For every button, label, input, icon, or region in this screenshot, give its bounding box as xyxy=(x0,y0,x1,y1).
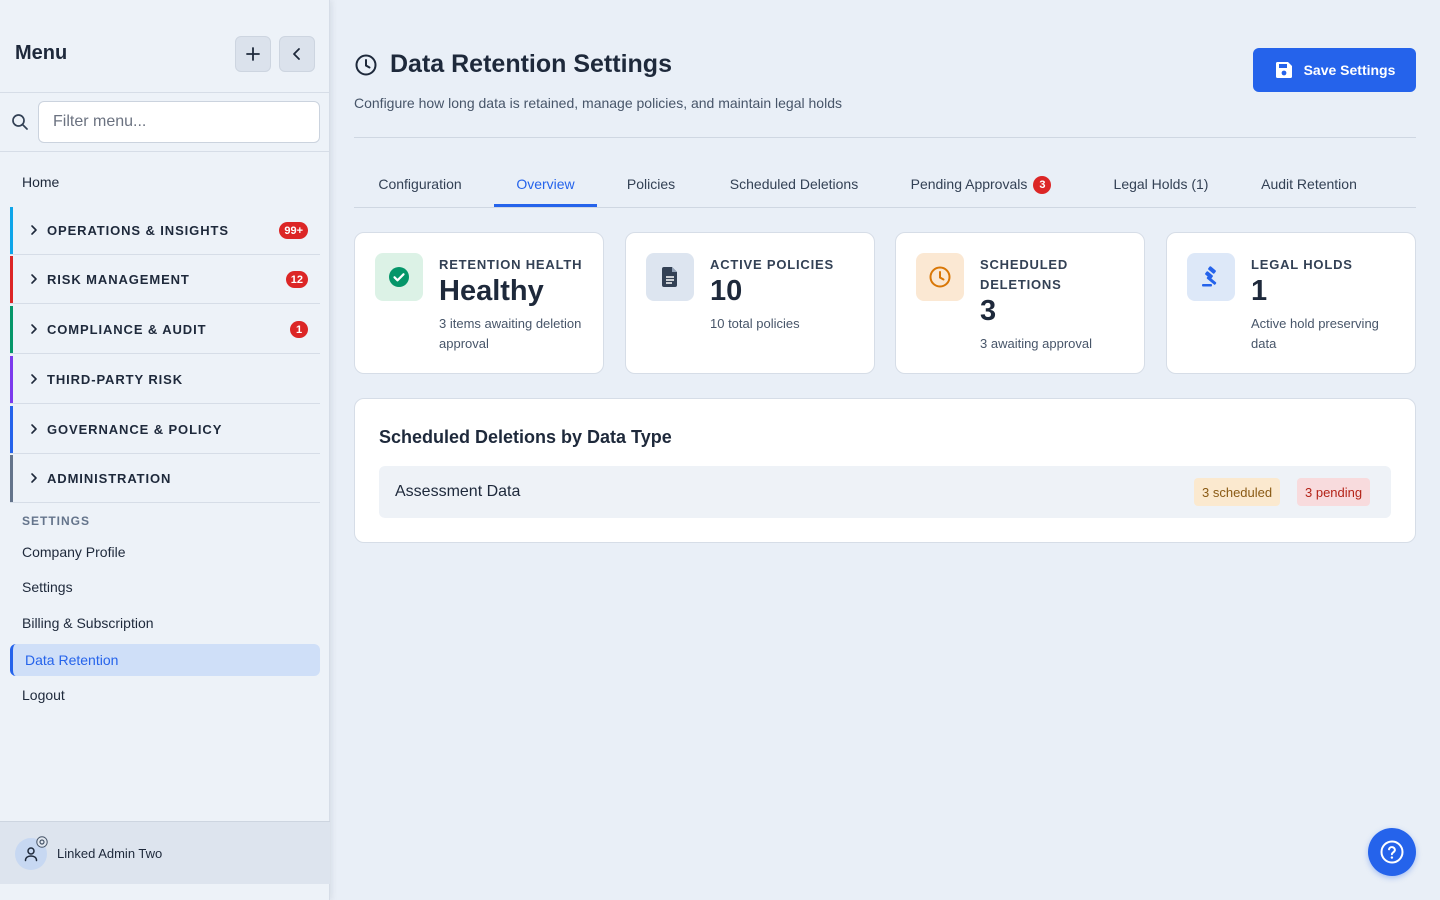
card-icon-box xyxy=(646,253,694,301)
stat-card-retention-health: RETENTION HEALTH Healthy 3 items awaitin… xyxy=(354,232,604,374)
save-settings-button[interactable]: Save Settings xyxy=(1253,48,1416,92)
page-title: Data Retention Settings xyxy=(390,50,672,78)
group-label: RISK MANAGEMENT xyxy=(47,272,190,287)
tab-scheduled-deletions[interactable]: Scheduled Deletions xyxy=(705,160,883,207)
card-label: SCHEDULED DELETIONS xyxy=(980,257,1069,292)
card-icon-box xyxy=(916,253,964,301)
menu-filter xyxy=(0,93,330,152)
group-label: THIRD-PARTY RISK xyxy=(47,372,183,387)
main-content: Data Retention Settings Configure how lo… xyxy=(330,0,1440,900)
card-icon-box xyxy=(1187,253,1235,301)
sidebar-group-operations[interactable]: OPERATIONS & INSIGHTS 99+ xyxy=(10,207,320,255)
settings-section-label: SETTINGS xyxy=(22,514,91,528)
sidebar-title: Menu xyxy=(15,42,68,64)
sidebar-group-compliance[interactable]: COMPLIANCE & AUDIT 1 xyxy=(10,306,320,354)
count-badge: 1 xyxy=(290,321,308,338)
count-badge: 99+ xyxy=(279,222,308,239)
sidebar-group-governance[interactable]: GOVERNANCE & POLICY xyxy=(10,406,320,454)
tab-policies[interactable]: Policies xyxy=(607,160,695,207)
sidebar: Menu Home OPERATIONS & INSIGHTS 99+ RISK… xyxy=(0,0,330,900)
group-accent-bar xyxy=(10,455,13,502)
stat-card-scheduled-deletions: SCHEDULED DELETIONS 3 3 awaiting approva… xyxy=(895,232,1145,374)
chevron-right-icon xyxy=(31,473,37,483)
chevron-right-icon xyxy=(31,274,37,284)
group-accent-bar xyxy=(10,406,13,453)
sidebar-group-risk[interactable]: RISK MANAGEMENT 12 xyxy=(10,256,320,304)
card-icon-box xyxy=(375,253,423,301)
save-icon xyxy=(1275,62,1292,78)
tab-overview[interactable]: Overview xyxy=(494,160,597,207)
collapse-sidebar-button[interactable] xyxy=(279,36,315,72)
page-subtitle: Configure how long data is retained, man… xyxy=(354,95,842,111)
panel-title: Scheduled Deletions by Data Type xyxy=(379,427,672,447)
count-badge: 3 xyxy=(1033,176,1052,194)
sidebar-item-label: Data Retention xyxy=(25,652,119,668)
scheduled-count-badge: 3 scheduled xyxy=(1194,478,1281,506)
chevron-right-icon xyxy=(31,374,37,384)
tab-label: Pending Approvals xyxy=(910,176,1028,192)
user-name: Linked Admin Two xyxy=(57,846,163,861)
save-button-label: Save Settings xyxy=(1303,62,1396,78)
sidebar-item-settings[interactable]: Settings xyxy=(22,579,73,595)
card-note: 3 items awaiting deletion approval xyxy=(439,316,582,351)
gavel-icon xyxy=(1202,266,1217,287)
check-circle-icon xyxy=(389,267,409,287)
chevron-right-icon xyxy=(31,324,37,334)
sidebar-item-logout[interactable]: Logout xyxy=(22,687,65,703)
card-value: 1 xyxy=(1251,275,1268,307)
group-accent-bar xyxy=(10,306,13,353)
group-accent-bar xyxy=(10,256,13,303)
tab-bar: Configuration Overview Policies Schedule… xyxy=(354,160,1416,208)
group-label: OPERATIONS & INSIGHTS xyxy=(47,223,229,238)
user-icon xyxy=(24,847,38,862)
card-note: 3 awaiting approval xyxy=(980,336,1093,351)
card-value: 10 xyxy=(710,275,743,307)
clock-icon xyxy=(929,266,951,288)
user-profile[interactable]: Linked Admin Two xyxy=(0,821,330,884)
tab-legal-holds[interactable]: Legal Holds (1) xyxy=(1094,160,1228,207)
group-accent-bar xyxy=(10,207,13,254)
sidebar-group-administration[interactable]: ADMINISTRATION xyxy=(10,455,320,503)
help-button[interactable] xyxy=(1368,828,1416,876)
group-label: GOVERNANCE & POLICY xyxy=(47,422,223,437)
question-circle-icon xyxy=(1380,840,1404,864)
card-label: LEGAL HOLDS xyxy=(1251,257,1353,272)
sidebar-item-company-profile[interactable]: Company Profile xyxy=(22,544,126,560)
document-icon xyxy=(662,267,677,287)
sidebar-item-data-retention[interactable]: Data Retention xyxy=(10,644,320,676)
card-note: Active hold preserving data xyxy=(1251,316,1379,351)
list-item[interactable]: Assessment Data 3 scheduled 3 pending xyxy=(379,466,1391,518)
sidebar-item-billing[interactable]: Billing & Subscription xyxy=(22,615,154,631)
tab-configuration[interactable]: Configuration xyxy=(354,160,486,207)
card-value: 3 xyxy=(980,295,997,327)
group-label: ADMINISTRATION xyxy=(47,471,172,486)
group-label: COMPLIANCE & AUDIT xyxy=(47,322,207,337)
chevron-right-icon xyxy=(31,424,37,434)
plus-icon xyxy=(246,47,260,61)
card-label: RETENTION HEALTH xyxy=(439,257,583,272)
sidebar-item-home[interactable]: Home xyxy=(22,174,59,190)
count-badge: 12 xyxy=(285,271,308,288)
header-divider xyxy=(354,137,1416,138)
clock-icon xyxy=(355,54,377,76)
chevron-left-icon xyxy=(293,48,300,60)
tab-pending-approvals[interactable]: Pending Approvals 3 xyxy=(891,160,1071,207)
search-icon xyxy=(12,114,28,130)
gear-icon xyxy=(36,836,48,848)
scheduled-deletions-panel: Scheduled Deletions by Data Type Assessm… xyxy=(354,398,1416,543)
card-value: Healthy xyxy=(439,275,544,307)
add-menu-button[interactable] xyxy=(235,36,271,72)
tab-audit-retention[interactable]: Audit Retention xyxy=(1244,160,1374,207)
card-note: 10 total policies xyxy=(710,316,800,331)
menu-filter-input[interactable] xyxy=(38,101,320,143)
group-accent-bar xyxy=(10,356,13,403)
sidebar-header: Menu xyxy=(0,0,330,93)
stat-card-active-policies: ACTIVE POLICIES 10 10 total policies xyxy=(625,232,875,374)
chevron-right-icon xyxy=(31,225,37,235)
card-label: ACTIVE POLICIES xyxy=(710,257,834,272)
stat-card-legal-holds: LEGAL HOLDS 1 Active hold preserving dat… xyxy=(1166,232,1416,374)
data-type-label: Assessment Data xyxy=(395,483,521,500)
pending-count-badge: 3 pending xyxy=(1297,478,1371,506)
sidebar-group-third-party[interactable]: THIRD-PARTY RISK xyxy=(10,356,320,404)
